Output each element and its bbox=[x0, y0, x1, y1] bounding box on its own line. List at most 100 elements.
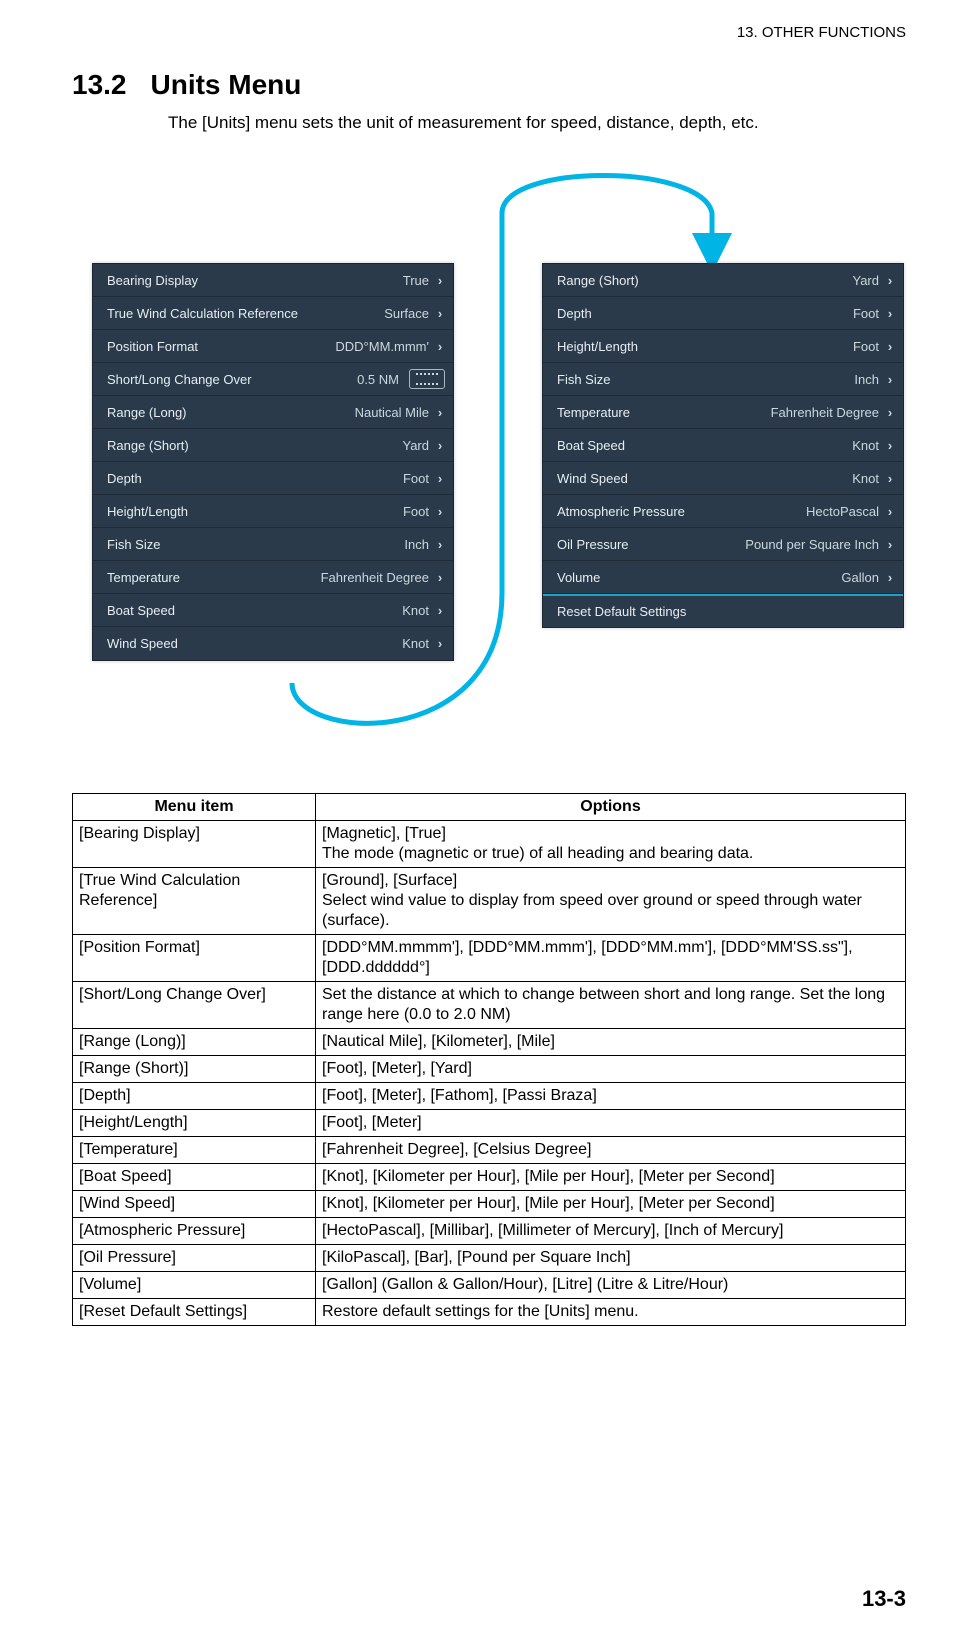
units-top-row-value: DDD°MM.mmm' bbox=[335, 339, 429, 354]
units-bottom-row-value: Fahrenheit Degree bbox=[771, 405, 879, 420]
units-bottom-row[interactable]: Height/LengthFoot› bbox=[543, 330, 903, 363]
options-table-menu-item: [Bearing Display] bbox=[73, 821, 316, 868]
units-panel-bottom: Range (Short)Yard›DepthFoot›Height/Lengt… bbox=[542, 263, 904, 628]
units-bottom-row[interactable]: Oil PressurePound per Square Inch› bbox=[543, 528, 903, 561]
section-title-text: Units Menu bbox=[151, 69, 302, 100]
options-table-row: [Range (Long)][Nautical Mile], [Kilomete… bbox=[73, 1029, 906, 1056]
options-table-menu-item: [True Wind Calculation Reference] bbox=[73, 868, 316, 935]
options-table-options: Set the distance at which to change betw… bbox=[316, 982, 906, 1029]
chevron-right-icon: › bbox=[435, 636, 445, 651]
units-top-row[interactable]: Wind SpeedKnot› bbox=[93, 627, 453, 660]
options-table-menu-item: [Atmospheric Pressure] bbox=[73, 1218, 316, 1245]
units-bottom-row[interactable]: Atmospheric PressureHectoPascal› bbox=[543, 495, 903, 528]
units-bottom-row[interactable]: Range (Short)Yard› bbox=[543, 264, 903, 297]
units-top-row-value: Fahrenheit Degree bbox=[321, 570, 429, 585]
page-number: 13-3 bbox=[862, 1586, 906, 1612]
units-top-row-value: Inch bbox=[404, 537, 429, 552]
options-table-row: [Position Format][DDD°MM.mmmm'], [DDD°MM… bbox=[73, 935, 906, 982]
chevron-right-icon: › bbox=[885, 273, 895, 288]
options-table-row: [Temperature][Fahrenheit Degree], [Celsi… bbox=[73, 1137, 906, 1164]
units-top-row[interactable]: Height/LengthFoot› bbox=[93, 495, 453, 528]
options-table-row: [Boat Speed][Knot], [Kilometer per Hour]… bbox=[73, 1164, 906, 1191]
units-top-row-value: 0.5 NM bbox=[357, 372, 399, 387]
chevron-right-icon: › bbox=[885, 504, 895, 519]
options-table: Menu item Options [Bearing Display][Magn… bbox=[72, 793, 906, 1326]
units-bottom-row-label: Temperature bbox=[557, 405, 771, 420]
units-bottom-row-label: Height/Length bbox=[557, 339, 853, 354]
units-bottom-row[interactable]: Reset Default Settings bbox=[543, 594, 903, 627]
options-table-header-row: Menu item Options bbox=[73, 794, 906, 821]
chevron-right-icon: › bbox=[435, 273, 445, 288]
units-top-row-label: Height/Length bbox=[107, 504, 403, 519]
units-bottom-row-label: Fish Size bbox=[557, 372, 854, 387]
units-top-row-value: Knot bbox=[402, 636, 429, 651]
options-table-options: [Knot], [Kilometer per Hour], [Mile per … bbox=[316, 1164, 906, 1191]
units-top-row[interactable]: Boat SpeedKnot› bbox=[93, 594, 453, 627]
options-table-row: [Depth][Foot], [Meter], [Fathom], [Passi… bbox=[73, 1083, 906, 1110]
units-top-row-label: Short/Long Change Over bbox=[107, 372, 357, 387]
units-bottom-row-value: Pound per Square Inch bbox=[745, 537, 879, 552]
options-table-menu-item: [Range (Short)] bbox=[73, 1056, 316, 1083]
units-bottom-row-label: Oil Pressure bbox=[557, 537, 745, 552]
units-top-row[interactable]: Bearing DisplayTrue› bbox=[93, 264, 453, 297]
units-bottom-row-value: Knot bbox=[852, 471, 879, 486]
units-top-row-label: True Wind Calculation Reference bbox=[107, 306, 384, 321]
chevron-right-icon: › bbox=[885, 438, 895, 453]
units-top-row[interactable]: Range (Long)Nautical Mile› bbox=[93, 396, 453, 429]
units-bottom-row[interactable]: DepthFoot› bbox=[543, 297, 903, 330]
options-table-options: [Ground], [Surface]Select wind value to … bbox=[316, 868, 906, 935]
options-table-row: [Short/Long Change Over]Set the distance… bbox=[73, 982, 906, 1029]
units-top-row-label: Position Format bbox=[107, 339, 335, 354]
chevron-right-icon: › bbox=[435, 471, 445, 486]
units-top-row[interactable]: DepthFoot› bbox=[93, 462, 453, 495]
chevron-right-icon: › bbox=[435, 438, 445, 453]
options-table-menu-item: [Position Format] bbox=[73, 935, 316, 982]
options-table-options: [Fahrenheit Degree], [Celsius Degree] bbox=[316, 1137, 906, 1164]
units-top-row-label: Fish Size bbox=[107, 537, 404, 552]
options-table-options: [HectoPascal], [Millibar], [Millimeter o… bbox=[316, 1218, 906, 1245]
units-bottom-row-value: Foot bbox=[853, 339, 879, 354]
units-top-row-label: Temperature bbox=[107, 570, 321, 585]
options-table-header-item: Menu item bbox=[73, 794, 316, 821]
options-table-menu-item: [Temperature] bbox=[73, 1137, 316, 1164]
units-top-row-value: True bbox=[403, 273, 429, 288]
units-top-row[interactable]: Position FormatDDD°MM.mmm' › bbox=[93, 330, 453, 363]
chevron-right-icon: › bbox=[435, 339, 445, 354]
units-bottom-row-label: Boat Speed bbox=[557, 438, 852, 453]
units-bottom-row-value: Yard bbox=[853, 273, 880, 288]
units-top-row-value: Knot bbox=[402, 603, 429, 618]
units-top-row[interactable]: TemperatureFahrenheit Degree › bbox=[93, 561, 453, 594]
chevron-right-icon: › bbox=[885, 570, 895, 585]
options-table-options: [Magnetic], [True]The mode (magnetic or … bbox=[316, 821, 906, 868]
units-top-row[interactable]: Short/Long Change Over0.5 NM bbox=[93, 363, 453, 396]
options-table-menu-item: [Depth] bbox=[73, 1083, 316, 1110]
options-table-row: [Range (Short)][Foot], [Meter], [Yard] bbox=[73, 1056, 906, 1083]
section-number: 13.2 bbox=[72, 69, 127, 101]
units-top-row[interactable]: Range (Short)Yard› bbox=[93, 429, 453, 462]
units-top-row[interactable]: True Wind Calculation ReferenceSurface› bbox=[93, 297, 453, 330]
options-table-menu-item: [Range (Long)] bbox=[73, 1029, 316, 1056]
units-bottom-row-value: Inch bbox=[854, 372, 879, 387]
options-table-options: [Foot], [Meter] bbox=[316, 1110, 906, 1137]
units-bottom-row-label: Reset Default Settings bbox=[557, 604, 895, 619]
options-table-options: [DDD°MM.mmmm'], [DDD°MM.mmm'], [DDD°MM.m… bbox=[316, 935, 906, 982]
units-bottom-row[interactable]: TemperatureFahrenheit Degree › bbox=[543, 396, 903, 429]
options-table-row: [Reset Default Settings]Restore default … bbox=[73, 1299, 906, 1326]
units-bottom-row-value: Foot bbox=[853, 306, 879, 321]
options-table-row: [True Wind Calculation Reference][Ground… bbox=[73, 868, 906, 935]
units-bottom-row-label: Atmospheric Pressure bbox=[557, 504, 806, 519]
chevron-right-icon: › bbox=[885, 471, 895, 486]
units-bottom-row[interactable]: Wind SpeedKnot› bbox=[543, 462, 903, 495]
options-table-options: [Nautical Mile], [Kilometer], [Mile] bbox=[316, 1029, 906, 1056]
units-top-row[interactable]: Fish SizeInch› bbox=[93, 528, 453, 561]
chevron-right-icon: › bbox=[435, 504, 445, 519]
units-top-row-label: Depth bbox=[107, 471, 403, 486]
options-table-menu-item: [Oil Pressure] bbox=[73, 1245, 316, 1272]
chevron-right-icon: › bbox=[435, 570, 445, 585]
units-bottom-row[interactable]: Boat SpeedKnot› bbox=[543, 429, 903, 462]
units-panel-top: Bearing DisplayTrue›True Wind Calculatio… bbox=[92, 263, 454, 661]
chevron-right-icon: › bbox=[885, 405, 895, 420]
units-bottom-row[interactable]: VolumeGallon› bbox=[543, 561, 903, 594]
units-bottom-row[interactable]: Fish SizeInch› bbox=[543, 363, 903, 396]
options-table-options: [Foot], [Meter], [Fathom], [Passi Braza] bbox=[316, 1083, 906, 1110]
